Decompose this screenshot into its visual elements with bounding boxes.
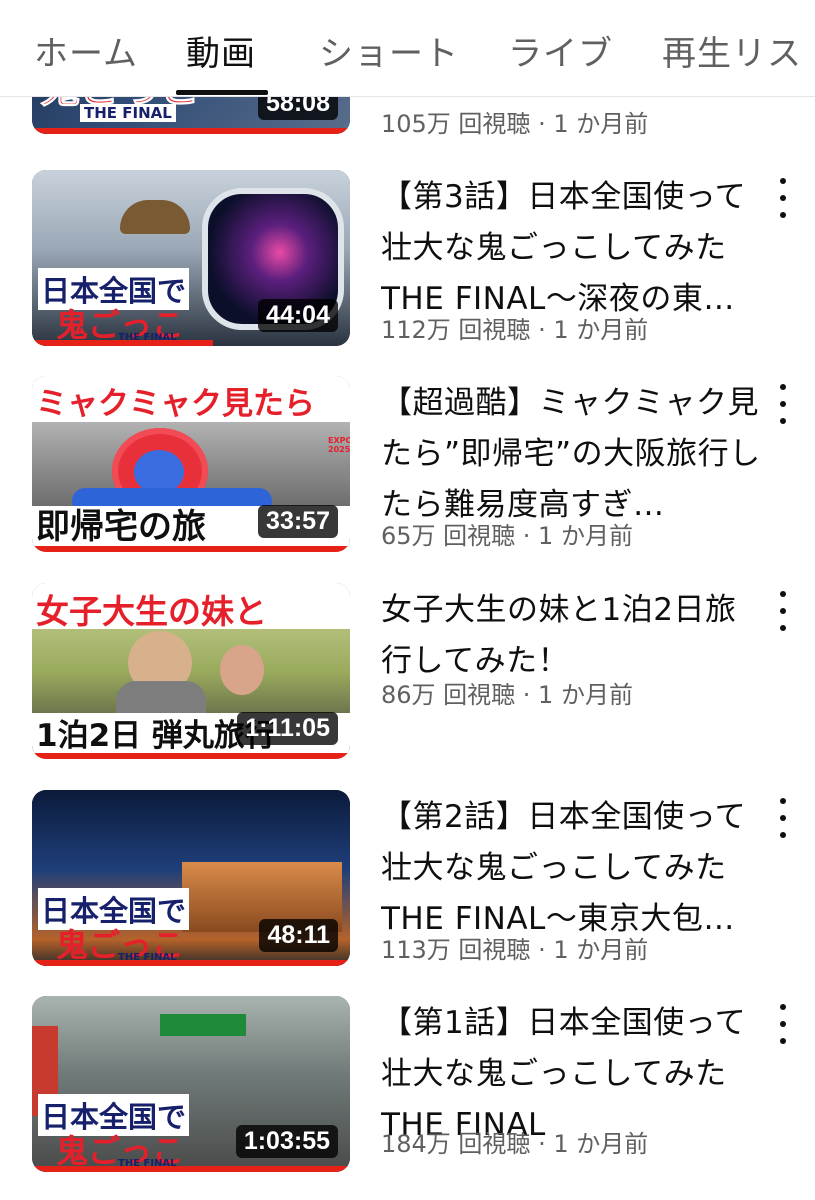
more-vert-icon[interactable] — [771, 589, 795, 633]
video-thumbnail[interactable]: 女子大生の妹と 1泊2日 弾丸旅行 1:11:05 — [32, 583, 350, 759]
video-title[interactable]: 【超過酷】ミャクミャク見たら”即帰宅”の大阪旅行したら難易度高すぎ… — [381, 378, 761, 531]
tab-playlists[interactable]: 再生リス — [662, 26, 802, 75]
video-title[interactable]: 【第2話】日本全国使って壮大な鬼ごっこしてみた THE FINAL～東京大包囲… — [381, 792, 761, 945]
expo-logo-text: EXPO 2025 — [328, 436, 350, 454]
video-item[interactable]: 日本全国で 鬼ごっこ THE FINAL 48:11 【第2話】日本全国使って壮… — [0, 790, 815, 970]
video-meta: 113万 回視聴 · 1 か月前 — [381, 936, 649, 964]
thumbnail-overlay-text: 女子大生の妹と — [36, 592, 267, 631]
video-item[interactable]: 日本全国で 鬼ごっこ THE FINAL 44:04 【第3話】日本全国使って壮… — [0, 170, 815, 350]
video-duration: 48:11 — [259, 919, 338, 952]
video-item[interactable]: ミャクミャク見たら EXPO 2025 即帰宅の旅 33:57 【超過酷】ミャク… — [0, 376, 815, 556]
video-item[interactable]: 女子大生の妹と 1泊2日 弾丸旅行 1:11:05 女子大生の妹と1泊2日旅行し… — [0, 583, 815, 763]
station-sign-shape — [160, 1014, 246, 1036]
tab-shorts[interactable]: ショート — [319, 26, 459, 75]
watch-progress-bar — [32, 960, 350, 966]
watch-progress-bar — [32, 753, 350, 759]
video-thumbnail[interactable]: 日本全国で 鬼ごっこ THE FINAL 48:11 — [32, 790, 350, 966]
thumbnail-overlay-text: 即帰宅の旅 — [36, 507, 206, 547]
watch-progress-bar — [32, 1166, 350, 1172]
more-vert-icon[interactable] — [771, 176, 795, 220]
active-tab-indicator — [176, 90, 268, 95]
video-duration: 1:03:55 — [235, 1125, 338, 1158]
video-meta: 105万 回視聴 · 1 か月前 — [381, 110, 649, 138]
watch-progress-bar — [32, 546, 350, 552]
tab-home[interactable]: ホーム — [34, 26, 138, 75]
video-thumbnail[interactable]: ミャクミャク見たら EXPO 2025 即帰宅の旅 33:57 — [32, 376, 350, 552]
more-vert-icon[interactable] — [771, 1002, 795, 1046]
video-meta: 86万 回視聴 · 1 か月前 — [381, 681, 633, 709]
video-meta: 112万 回視聴 · 1 か月前 — [381, 316, 649, 344]
video-duration: 33:57 — [258, 505, 338, 538]
watch-progress-bar — [32, 340, 214, 346]
video-duration: 44:04 — [258, 299, 338, 332]
video-item[interactable]: 日本全国で 鬼ごっこ THE FINAL 1:03:55 【第1話】日本全国使っ… — [0, 996, 815, 1176]
thumbnail-overlay-subtext: THE FINAL — [80, 104, 176, 122]
thumbnail-overlay-text: ミャクミャク見たら — [36, 386, 315, 422]
more-vert-icon[interactable] — [771, 796, 795, 840]
watch-progress-bar — [32, 128, 350, 134]
video-duration: 1:11:05 — [237, 712, 338, 745]
tab-live[interactable]: ライブ — [508, 26, 613, 75]
video-thumbnail[interactable]: 日本全国で 鬼ごっこ THE FINAL 44:04 — [32, 170, 350, 346]
video-meta: 65万 回視聴 · 1 か月前 — [381, 522, 633, 550]
video-title[interactable]: 【第3話】日本全国使って壮大な鬼ごっこしてみた THE FINAL～深夜の東京… — [381, 172, 761, 325]
video-meta: 184万 回視聴 · 1 か月前 — [381, 1130, 649, 1158]
more-vert-icon[interactable] — [771, 382, 795, 426]
video-thumbnail[interactable]: 日本全国で 鬼ごっこ THE FINAL 1:03:55 — [32, 996, 350, 1172]
video-title[interactable]: 女子大生の妹と1泊2日旅行してみた！ — [381, 585, 761, 687]
tab-videos[interactable]: 動画 — [186, 26, 256, 75]
channel-tab-bar: ホーム 動画 ショート ライブ 再生リス — [0, 0, 815, 97]
person-face-shape — [220, 645, 264, 695]
